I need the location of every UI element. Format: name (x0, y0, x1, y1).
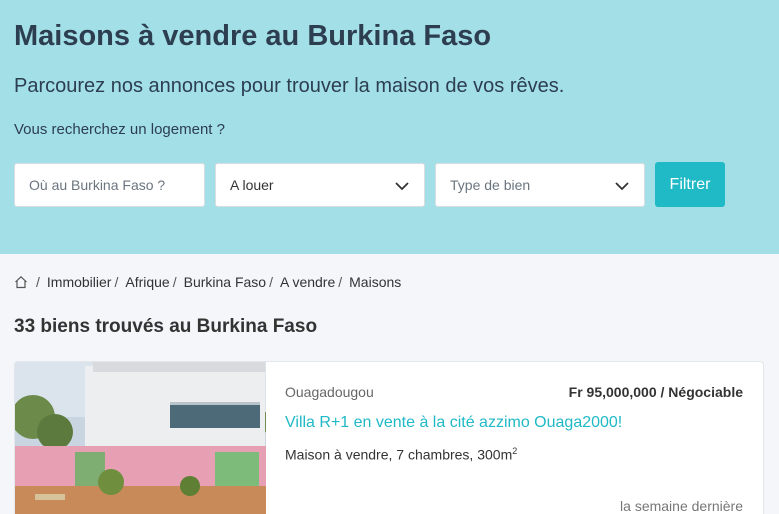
page-title: Maisons à vendre au Burkina Faso (14, 20, 492, 52)
hero-banner: Maisons à vendre au Burkina Faso Parcour… (0, 0, 779, 254)
breadcrumb-separator: / (269, 274, 273, 290)
breadcrumb-separator: / (338, 274, 343, 290)
breadcrumb-item-immobilier[interactable]: Immobilier (47, 274, 112, 290)
search-prompt: Vous recherchez un logement ? (14, 121, 225, 138)
hero-subtitle: Parcourez nos annonces pour trouver la m… (14, 75, 565, 97)
property-type-select[interactable]: Type de bien (435, 163, 645, 207)
listing-photo[interactable] (15, 362, 266, 514)
location-input[interactable]: Où au Burkina Faso ? (14, 163, 205, 207)
transaction-value: A louer (230, 177, 274, 193)
breadcrumb-separator: / (172, 274, 177, 290)
breadcrumb: / Immobilier / Afrique / Burkina Faso / … (14, 274, 401, 290)
home-icon[interactable] (14, 275, 28, 289)
breadcrumb-separator: / (36, 274, 40, 290)
listing-description: Maison à vendre, 7 chambres, 300m2 (285, 446, 517, 463)
chevron-down-icon (615, 182, 629, 191)
listing-description-text: Maison à vendre, 7 chambres, 300m (285, 446, 513, 463)
filter-button[interactable]: Filtrer (655, 162, 725, 207)
property-type-placeholder: Type de bien (450, 177, 531, 193)
listing-price: Fr 95,000,000 / Négociable (568, 384, 743, 400)
location-placeholder: Où au Burkina Faso ? (29, 177, 166, 193)
listing-date: la semaine dernière (620, 498, 743, 514)
chevron-down-icon (395, 182, 409, 191)
breadcrumb-item-burkina-faso[interactable]: Burkina Faso (184, 274, 266, 290)
transaction-select[interactable]: A louer (215, 163, 425, 207)
breadcrumb-item-afrique[interactable]: Afrique (125, 274, 169, 290)
breadcrumb-item-a-vendre[interactable]: A vendre (280, 274, 335, 290)
area-exponent: 2 (512, 446, 518, 456)
listing-title-link[interactable]: Villa R+1 en vente à la cité azzimo Ouag… (285, 414, 622, 432)
listing-city: Ouagadougou (285, 384, 374, 400)
breadcrumb-item-maisons: Maisons (349, 274, 402, 290)
listing-card[interactable]: Ouagadougou Fr 95,000,000 / Négociable V… (14, 361, 764, 514)
results-count: 33 biens trouvés au Burkina Faso (14, 316, 318, 337)
breadcrumb-separator: / (114, 274, 119, 290)
